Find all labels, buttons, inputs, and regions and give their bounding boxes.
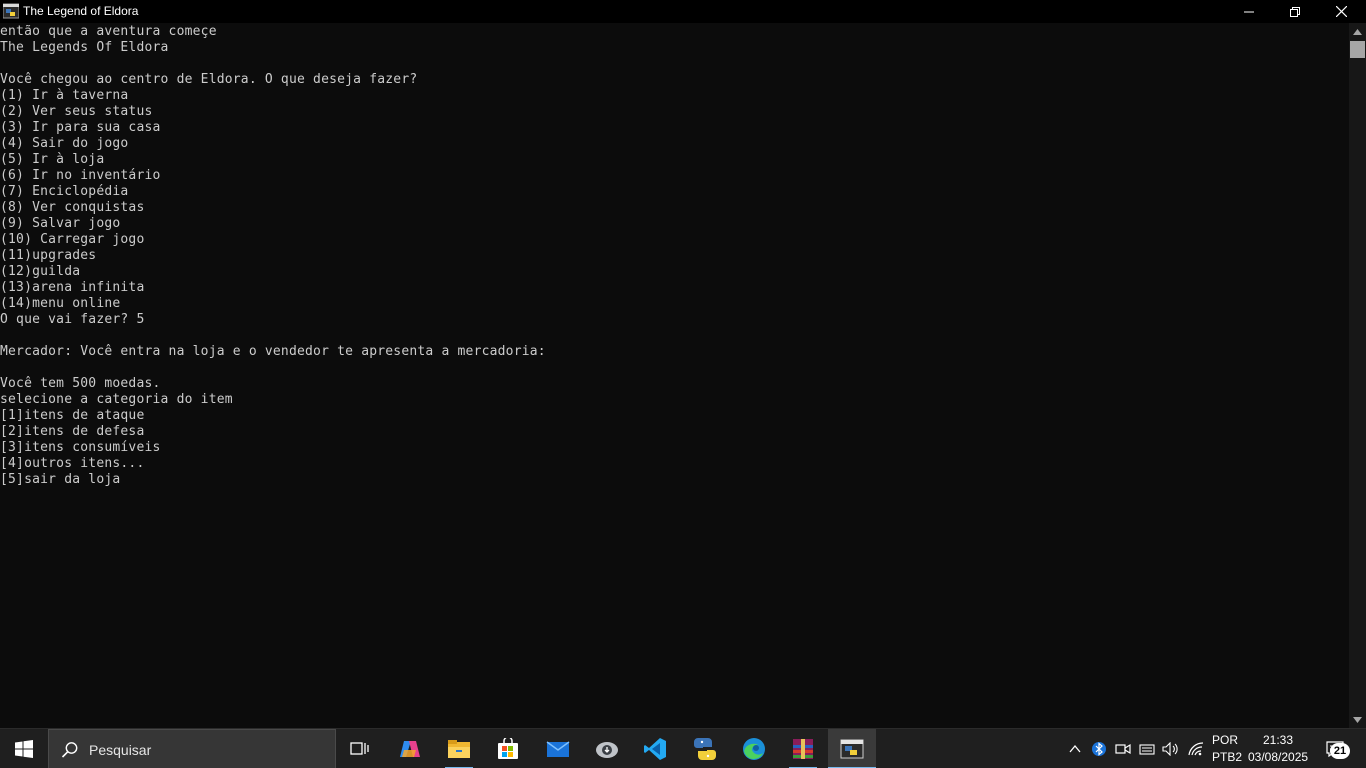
console-line: (11)upgrades [0, 248, 97, 263]
scroll-up-button[interactable] [1349, 23, 1366, 40]
console-line: (4) Sair do jogo [0, 136, 129, 151]
console-line: Mercador: Você entra na loja e o vendedo… [0, 344, 546, 359]
console-output[interactable]: então que a aventura começe The Legends O… [0, 23, 1349, 728]
window-title: The Legend of Eldora [23, 4, 139, 18]
scroll-thumb[interactable] [1350, 41, 1365, 58]
language-indicator[interactable]: POR PTB2 [1208, 729, 1242, 768]
console-line: O que vai fazer? 5 [0, 312, 145, 327]
console-line: [1]itens de ataque [0, 408, 145, 423]
search-icon [61, 742, 78, 758]
console-line: [4]outros itens... [0, 456, 145, 471]
file-explorer-app[interactable] [435, 729, 483, 768]
copilot-app[interactable] [386, 729, 434, 768]
console-line: [2]itens de defesa [0, 424, 145, 439]
console-line: (14)menu online [0, 296, 121, 311]
start-button[interactable] [0, 729, 48, 768]
python-console-icon [840, 739, 864, 759]
mail-icon [546, 741, 570, 757]
console-line: Você tem 500 moedas. [0, 376, 161, 391]
input-method-tray[interactable] [1137, 729, 1157, 768]
language-code: POR [1212, 733, 1239, 747]
task-view-button[interactable] [336, 729, 384, 768]
clock-date: 03/08/2025 [1248, 750, 1309, 764]
winrar-icon [793, 739, 813, 759]
console-line: (2) Ver seus status [0, 104, 153, 119]
notification-count-badge: 21 [1330, 743, 1350, 759]
console-line: (12)guilda [0, 264, 81, 279]
python-console-app[interactable] [828, 729, 876, 768]
console-text: então que a aventura começe The Legends O… [0, 24, 546, 488]
cloud-backup-app[interactable] [583, 729, 631, 768]
close-button[interactable] [1318, 0, 1364, 23]
console-python-icon [2, 3, 20, 19]
edge-icon [743, 738, 765, 760]
console-line: Você chegou ao centro de Eldora. O que d… [0, 72, 418, 87]
console-line: (1) Ir à taverna [0, 88, 129, 103]
network-tray[interactable] [1185, 729, 1207, 768]
close-icon [1335, 6, 1347, 17]
restore-button[interactable] [1272, 0, 1318, 23]
console-line: selecione a categoria do item [0, 392, 233, 407]
wifi-icon [1188, 742, 1204, 756]
edge-app[interactable] [730, 729, 778, 768]
console-line: (10) Carregar jogo [0, 232, 145, 247]
console-line: The Legends Of Eldora [0, 40, 169, 55]
cloud-backup-icon [596, 742, 618, 758]
console-line: (13)arena infinita [0, 280, 145, 295]
bluetooth-tray[interactable] [1089, 729, 1109, 768]
python-app[interactable] [681, 729, 729, 768]
console-line: (3) Ir para sua casa [0, 120, 161, 135]
taskbar-search-box[interactable]: Pesquisar [48, 729, 336, 768]
copilot-icon [400, 741, 420, 757]
console-line: [5]sair da loja [0, 472, 121, 487]
console-line: (7) Enciclopédia [0, 184, 129, 199]
restore-icon [1290, 6, 1300, 17]
show-hidden-icons-button[interactable] [1064, 729, 1086, 768]
scroll-down-button[interactable] [1349, 711, 1366, 728]
file-explorer-icon [448, 740, 470, 758]
chevron-up-icon [1069, 745, 1081, 753]
console-line: então que a aventura começe [0, 24, 217, 39]
bluetooth-icon [1092, 742, 1106, 756]
clock[interactable]: 21:33 03/08/2025 [1244, 729, 1314, 768]
speaker-icon [1161, 742, 1178, 756]
minimize-icon [1244, 11, 1254, 12]
meet-now-tray[interactable] [1113, 729, 1133, 768]
microsoft-store-icon [498, 738, 518, 759]
vscode-icon [644, 738, 666, 760]
chevron-up-icon [1353, 28, 1362, 35]
console-line: [3]itens consumíveis [0, 440, 161, 455]
vscode-app[interactable] [631, 729, 679, 768]
console-line: (9) Salvar jogo [0, 216, 121, 231]
volume-tray[interactable] [1160, 729, 1180, 768]
minimize-button[interactable] [1226, 0, 1272, 23]
windows-logo-icon [15, 740, 33, 758]
chevron-down-icon [1353, 716, 1362, 723]
title-bar[interactable]: The Legend of Eldora [0, 0, 1366, 23]
task-view-icon [350, 742, 369, 755]
taskbar: Pesquisar POR PTB2 21:33 03/08/2025 21 [0, 728, 1366, 768]
winrar-app[interactable] [779, 729, 827, 768]
python-icon [694, 738, 716, 760]
clock-time: 21:33 [1263, 733, 1294, 747]
console-line: (8) Ver conquistas [0, 200, 145, 215]
search-placeholder: Pesquisar [89, 742, 152, 758]
console-line: (5) Ir à loja [0, 152, 105, 167]
keyboard-icon [1139, 744, 1155, 755]
microsoft-store-app[interactable] [484, 729, 532, 768]
camera-icon [1115, 743, 1131, 755]
vertical-scrollbar[interactable] [1349, 23, 1366, 728]
mail-app[interactable] [534, 729, 582, 768]
console-line: (6) Ir no inventário [0, 168, 161, 183]
keyboard-layout: PTB2 [1212, 750, 1243, 764]
